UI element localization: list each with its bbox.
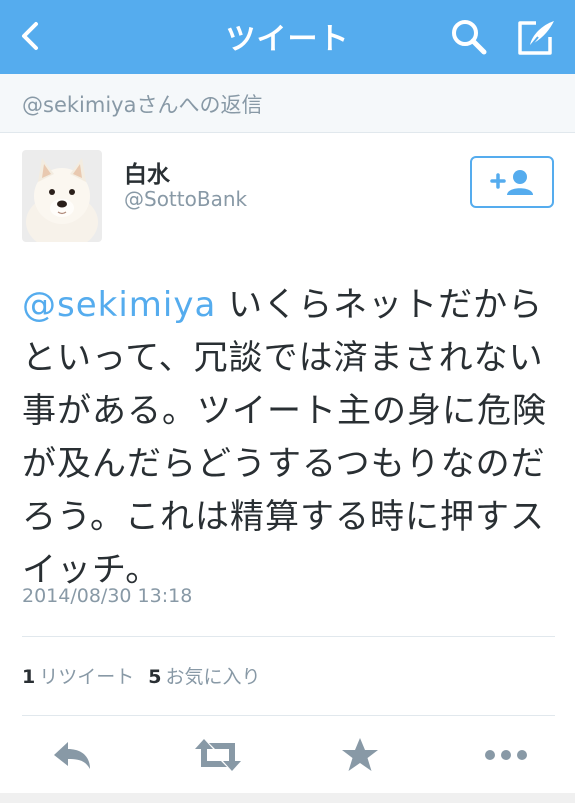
add-user-icon (490, 170, 533, 195)
tweet-stats: 1 リツイート 5 お気に入り (22, 662, 261, 689)
tweet-timestamp: 2014/08/30 13:18 (22, 585, 193, 607)
favorite-button[interactable] (340, 735, 384, 775)
favorites-label: お気に入り (165, 666, 261, 688)
tweet-text: @sekimiya いくらネットだからといって、冗談では済まされない事がある。ツ… (22, 279, 562, 597)
follow-button[interactable] (470, 156, 554, 208)
reply-button[interactable] (50, 735, 94, 775)
retweet-button[interactable] (193, 735, 241, 775)
more-icon (485, 750, 527, 760)
nav-bar: ツイート (0, 0, 575, 74)
search-button[interactable] (448, 16, 490, 58)
tweet-mention-link[interactable]: @sekimiya (22, 285, 216, 325)
more-button[interactable] (483, 735, 527, 775)
author-display-name[interactable]: 白水 (124, 155, 170, 189)
dog-avatar-image (22, 150, 102, 242)
tweet-body: いくらネットだからといって、冗談では済まされない事がある。ツイート主の身に危険が… (22, 285, 547, 590)
divider (22, 715, 555, 716)
retweets-label: リツイート (39, 666, 135, 688)
search-icon (452, 20, 487, 55)
reply-context-text: @sekimiyaさんへの返信 (22, 93, 263, 117)
favorites-count: 5 (148, 666, 162, 688)
author-screen-name[interactable]: @SottoBank (124, 187, 247, 211)
reply-icon (54, 742, 90, 769)
bottom-strip (0, 793, 575, 803)
divider (22, 636, 555, 637)
compose-button[interactable] (514, 15, 558, 59)
compose-icon (518, 21, 554, 55)
avatar[interactable] (22, 150, 102, 242)
retweet-icon (195, 739, 241, 771)
favorites-stat[interactable]: 5 お気に入り (148, 666, 260, 688)
reply-context-bar: @sekimiyaさんへの返信 (0, 74, 575, 133)
retweets-count: 1 (22, 666, 36, 688)
retweets-stat[interactable]: 1 リツイート (22, 666, 134, 688)
favorite-icon (342, 738, 378, 771)
